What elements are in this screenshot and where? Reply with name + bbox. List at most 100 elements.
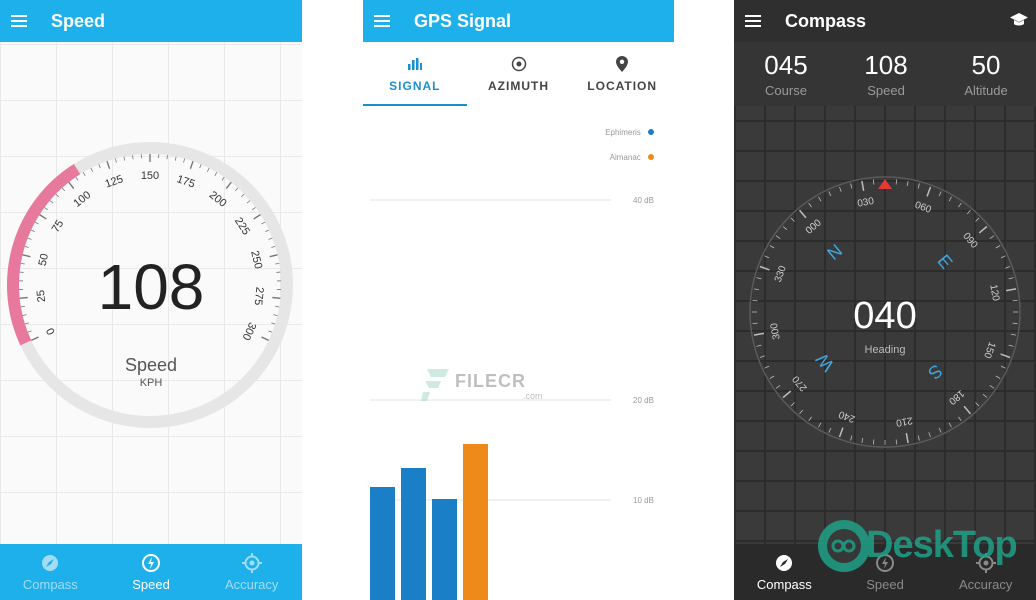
stat-altitude: 50 Altitude [936, 50, 1036, 98]
dial-tick [995, 375, 1001, 379]
altitude-value: 50 [971, 50, 1001, 80]
dial-tick [756, 277, 762, 280]
dial-tick [861, 437, 864, 444]
dial-tick [818, 422, 822, 428]
dial-tick [982, 393, 988, 398]
nav-accuracy-label: Accuracy [958, 576, 1013, 592]
dial-tick [995, 245, 1001, 249]
heading-value: 040 [853, 295, 917, 337]
gauge-tick [241, 193, 245, 198]
speed-app-bar: Speed [0, 0, 302, 42]
satellite-target-icon [511, 55, 527, 73]
dial-tick [966, 209, 971, 215]
dial-tick [759, 265, 770, 271]
compass-icon [774, 553, 794, 573]
gauge-tick [27, 330, 32, 333]
dial-tick [1005, 266, 1011, 269]
gps-app-bar: GPS Signal [363, 0, 674, 42]
dial-tick [958, 202, 962, 208]
tab-azimuth-label: AZIMUTH [488, 79, 549, 93]
dial-tick [975, 402, 980, 407]
tab-azimuth[interactable]: AZIMUTH [467, 42, 571, 106]
map-pin-icon [616, 55, 629, 73]
gps-title: GPS Signal [414, 10, 512, 31]
desktop-logo-icon [818, 520, 870, 572]
gauge-tick-label: 150 [141, 170, 159, 182]
dial-degree-label: 330 [773, 264, 789, 284]
dial-tick [769, 375, 775, 379]
nav-accuracy[interactable]: Accuracy [201, 544, 302, 600]
tab-location-label: LOCATION [587, 79, 658, 93]
dial-tick [764, 365, 770, 369]
tab-signal[interactable]: SIGNAL [363, 42, 467, 106]
signal-bar [463, 444, 488, 600]
gauge-tick [90, 167, 94, 172]
dial-tick [926, 186, 932, 197]
dial-tick [1008, 277, 1014, 280]
cardinal-label: S [924, 360, 946, 383]
gauge-tick [30, 336, 39, 341]
dial-degree-label: 030 [857, 196, 876, 210]
gauge-tick-label: 100 [71, 189, 93, 210]
dial-tick [905, 433, 909, 444]
dial-tick [948, 196, 952, 202]
nav-speed[interactable]: Speed [101, 544, 202, 600]
gauge-tick [61, 187, 66, 192]
tab-location[interactable]: LOCATION [570, 42, 674, 106]
speed-stat-label: Speed [867, 83, 905, 98]
dial-tick [799, 409, 804, 415]
gauge-tick [123, 156, 126, 161]
dial-tick [759, 355, 765, 358]
nav-compass[interactable]: Compass [0, 544, 101, 600]
dial-tick [790, 402, 795, 407]
signal-bar [401, 468, 426, 600]
desktop-watermark-text: DeskTop [866, 524, 1018, 566]
compass-icon [40, 553, 60, 573]
gauge-tick-label: 200 [207, 189, 229, 210]
dial-tick [989, 385, 995, 389]
course-value: 045 [764, 50, 808, 80]
filecr-text: FILECR [455, 371, 526, 391]
speed-screen: Speed 0 25 50 75 100 125 150 175 200 225 250 275 300… [0, 0, 302, 600]
signal-bar [432, 499, 457, 600]
gauge-tick [253, 214, 261, 220]
gauge-tick [30, 229, 35, 233]
filecr-logo-icon [421, 369, 449, 401]
signal-bar [370, 487, 395, 600]
nav-speed-label: Speed [132, 576, 170, 592]
gauge-tick [27, 237, 32, 240]
speed-stat-value: 108 [864, 50, 908, 80]
nav-compass-label: Compass [756, 576, 812, 592]
active-tab-indicator [363, 104, 467, 106]
dial-tick [828, 427, 832, 433]
dial-tick [928, 432, 931, 438]
compass-title: Compass [785, 10, 867, 31]
dial-degree-label: 180 [946, 387, 966, 406]
stat-course: 045 Course [736, 50, 836, 98]
dial-tick [938, 191, 942, 197]
gauge-tick [39, 214, 47, 220]
dial-tick [917, 435, 920, 441]
cardinal-label: N [823, 240, 846, 264]
gauge-tick [225, 181, 232, 189]
gauge-tick [68, 181, 75, 189]
dial-tick [775, 385, 781, 389]
dial-tick [917, 183, 920, 189]
gauge-tick [98, 164, 101, 169]
gauge-tick [75, 176, 79, 181]
gauge-tick [268, 330, 273, 333]
stat-speed: 108 Speed [836, 50, 936, 98]
gauge-tick [261, 221, 266, 225]
gauge-tick [34, 221, 39, 225]
graduation-cap-icon[interactable] [1010, 12, 1028, 28]
bar-chart-icon [407, 55, 422, 73]
menu-icon[interactable] [374, 15, 390, 27]
gauge-tick [82, 172, 86, 176]
dial-tick [1000, 365, 1006, 369]
gps-tabs: SIGNAL AZIMUTH LOCATION [363, 42, 674, 106]
gauge-tick [174, 156, 177, 161]
menu-icon[interactable] [11, 15, 27, 27]
dial-tick [989, 235, 995, 239]
gauge-tick-label: 125 [104, 173, 125, 190]
menu-icon[interactable] [745, 15, 761, 27]
